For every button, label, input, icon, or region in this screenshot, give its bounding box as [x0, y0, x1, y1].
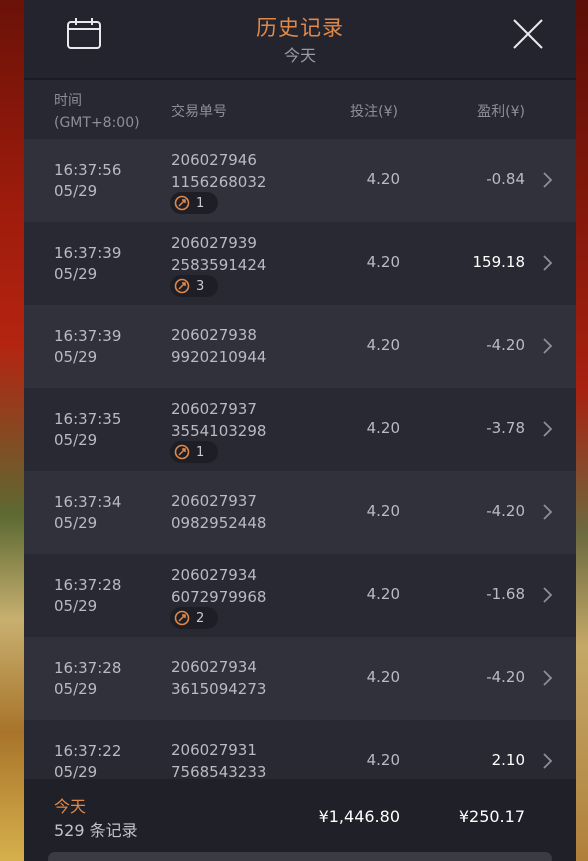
row-time: 16:37:28 05/29: [54, 659, 122, 698]
free-spin-icon: [174, 195, 190, 211]
history-panel: 历史记录 今天 时间 (GMT+8:00) 交易单号 投注(¥) 盈利(¥) 1…: [24, 0, 576, 861]
free-spin-badge: 2: [170, 607, 218, 629]
background-left: [0, 0, 24, 861]
table-row[interactable]: 16:37:56 05/29 206027946 1156268032 1 4.20 -0.…: [24, 139, 576, 222]
chevron-right-icon: [543, 421, 553, 437]
row-time: 16:37:39 05/29: [54, 244, 122, 283]
column-bet: 投注(¥): [350, 104, 398, 120]
row-order-number: 206027931 7568543233: [171, 741, 267, 779]
chevron-right-icon: [543, 753, 553, 769]
table-row[interactable]: 16:37:39 05/29 206027938 9920210944 4.20 -4.2…: [24, 305, 576, 388]
row-bet: 4.20: [366, 668, 400, 686]
table-row[interactable]: 16:37:39 05/29 206027939 2583591424 3 4.20 159…: [24, 222, 576, 305]
footer-period: 今天: [54, 797, 87, 816]
chevron-right-icon: [543, 338, 553, 354]
close-button[interactable]: [508, 14, 548, 54]
column-header: 时间 (GMT+8:00) 交易单号 投注(¥) 盈利(¥): [24, 82, 576, 139]
row-bet: 4.20: [366, 585, 400, 603]
free-spin-icon: [174, 444, 190, 460]
filter-bar[interactable]: [48, 852, 552, 861]
history-list: 16:37:56 05/29 206027946 1156268032 1 4.20 -0.…: [24, 139, 576, 779]
page-title: 历史记录: [256, 16, 344, 40]
page-subtitle: 今天: [283, 46, 316, 65]
row-time: 16:37:56 05/29: [54, 161, 122, 200]
column-order: 交易单号: [171, 104, 227, 120]
table-row[interactable]: 16:37:28 05/29 206027934 6072979968 2 4.20 -1.…: [24, 554, 576, 637]
row-bet: 4.20: [366, 419, 400, 437]
row-bet: 4.20: [366, 336, 400, 354]
close-icon: [513, 19, 543, 49]
row-profit: 2.10: [491, 751, 525, 769]
table-row[interactable]: 16:37:35 05/29 206027937 3554103298 1 4.20 -3.…: [24, 388, 576, 471]
column-time: 时间 (GMT+8:00): [54, 93, 140, 131]
row-order-number: 206027934 3615094273: [171, 658, 267, 698]
chevron-right-icon: [543, 172, 553, 188]
row-order-number: 206027937 0982952448: [171, 492, 267, 532]
footer-record-count: 529 条记录: [54, 821, 138, 840]
row-profit: 159.18: [472, 253, 526, 271]
chevron-right-icon: [543, 670, 553, 686]
row-profit: -4.20: [486, 336, 525, 354]
row-order-number: 206027934 6072979968: [171, 566, 267, 606]
row-bet: 4.20: [366, 253, 400, 271]
free-spin-badge: 3: [170, 275, 218, 297]
header: 历史记录 今天: [24, 0, 576, 80]
row-order-number: 206027939 2583591424: [171, 234, 267, 274]
table-row[interactable]: 16:37:22 05/29 206027931 7568543233 4.20 2.10: [24, 720, 576, 779]
free-spin-badge: 1: [170, 192, 218, 214]
table-row[interactable]: 16:37:28 05/29 206027934 3615094273 4.20 -4.2…: [24, 637, 576, 720]
row-order-number: 206027946 1156268032: [171, 151, 267, 191]
background-right: [576, 0, 588, 861]
row-time: 16:37:34 05/29: [54, 493, 122, 532]
row-time: 16:37:28 05/29: [54, 576, 122, 615]
table-row[interactable]: 16:37:34 05/29 206027937 0982952448 4.20 -4.2…: [24, 471, 576, 554]
chevron-right-icon: [543, 255, 553, 271]
row-profit: -4.20: [486, 502, 525, 520]
row-profit: -0.84: [486, 170, 525, 188]
row-order-number: 206027938 9920210944: [171, 326, 267, 366]
row-time: 16:37:22 05/29: [54, 742, 122, 779]
summary-footer: 今天 529 条记录 ¥1,446.80 ¥250.17: [24, 779, 576, 861]
row-profit: -4.20: [486, 668, 525, 686]
row-bet: 4.20: [366, 170, 400, 188]
column-profit: 盈利(¥): [477, 104, 525, 120]
row-profit: -1.68: [486, 585, 525, 603]
footer-total-profit: ¥250.17: [458, 807, 525, 826]
free-spin-icon: [174, 610, 190, 626]
free-spin-badge: 1: [170, 441, 218, 463]
footer-total-bet: ¥1,446.80: [318, 807, 400, 826]
row-order-number: 206027937 3554103298: [171, 400, 267, 440]
free-spin-icon: [174, 278, 190, 294]
chevron-right-icon: [543, 587, 553, 603]
row-bet: 4.20: [366, 502, 400, 520]
row-time: 16:37:39 05/29: [54, 327, 122, 366]
row-profit: -3.78: [486, 419, 525, 437]
row-time: 16:37:35 05/29: [54, 410, 122, 449]
chevron-right-icon: [543, 504, 553, 520]
row-bet: 4.20: [366, 751, 400, 769]
